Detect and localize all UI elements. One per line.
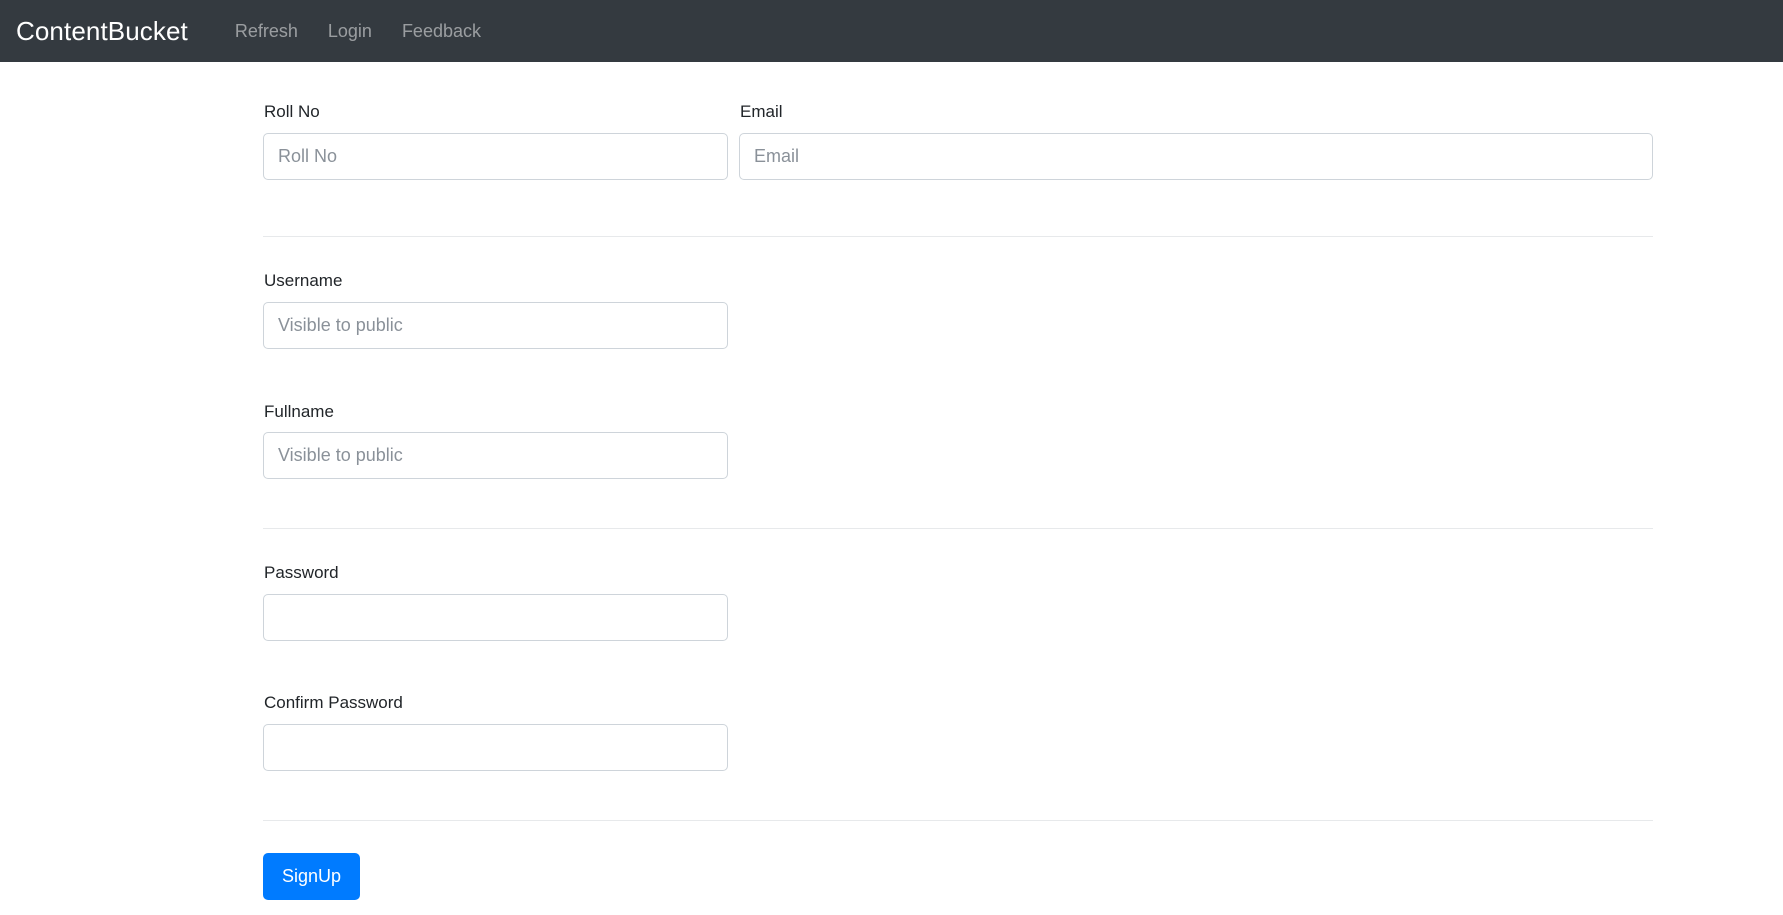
confirm-password-label: Confirm Password	[264, 693, 403, 713]
field-group-password: Password	[263, 561, 728, 657]
form-row-fullname: Fullname	[263, 400, 1653, 496]
signup-form: Roll No Email Username	[263, 100, 1653, 900]
nav-link-login[interactable]: Login	[313, 14, 387, 48]
nav-link-feedback[interactable]: Feedback	[387, 14, 496, 48]
form-row-identity: Roll No Email	[263, 100, 1653, 196]
email-label: Email	[740, 102, 783, 121]
field-group-roll-no: Roll No	[263, 100, 728, 196]
username-label: Username	[264, 270, 343, 290]
column-gap	[728, 100, 739, 196]
nav-link-refresh[interactable]: Refresh	[220, 14, 313, 48]
confirm-password-input[interactable]	[263, 723, 728, 771]
page-content: Roll No Email Username	[0, 62, 1783, 900]
navbar-brand[interactable]: ContentBucket	[16, 18, 196, 44]
form-row-username: Username	[263, 269, 1653, 365]
top-navbar: ContentBucket Refresh Login Feedback	[0, 0, 1783, 62]
password-label: Password	[264, 563, 339, 583]
field-group-fullname: Fullname	[263, 400, 728, 496]
field-group-confirm-password: Confirm Password	[263, 691, 728, 787]
signup-button[interactable]: SignUp	[263, 852, 361, 900]
form-row-password: Password	[263, 561, 1653, 657]
fullname-input[interactable]	[263, 432, 728, 480]
field-group-email: Email	[739, 100, 1653, 196]
roll-no-input[interactable]	[263, 132, 728, 180]
username-input[interactable]	[263, 301, 728, 349]
password-input[interactable]	[263, 594, 728, 642]
form-row-confirm-password: Confirm Password	[263, 691, 1653, 787]
fullname-label: Fullname	[264, 401, 334, 421]
roll-no-label: Roll No	[264, 102, 320, 121]
navbar-links: Refresh Login Feedback	[220, 14, 496, 48]
field-group-username: Username	[263, 269, 728, 365]
email-input[interactable]	[739, 132, 1653, 180]
